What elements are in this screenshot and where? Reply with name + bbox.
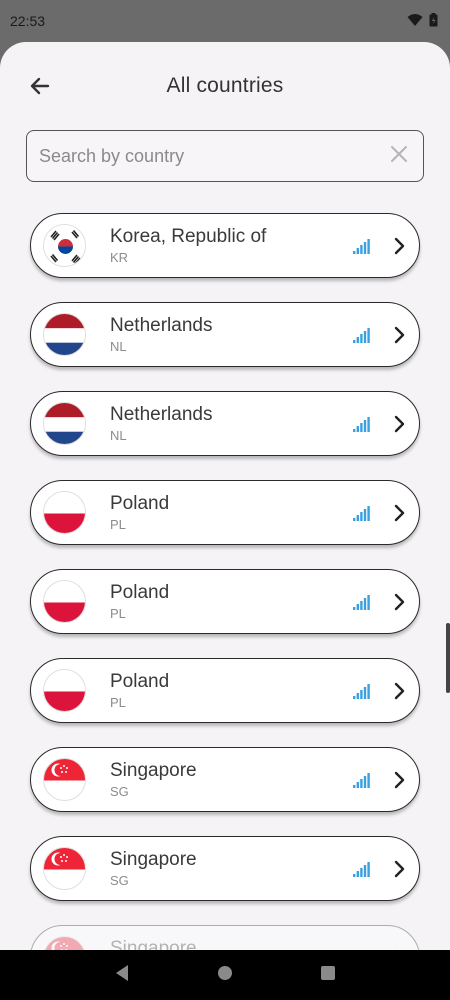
status-time: 22:53 [10, 13, 46, 29]
flag-sg-icon [43, 758, 86, 801]
country-text: Netherlands NL [110, 404, 353, 443]
signal-bars-icon [353, 505, 371, 521]
navigation-bar [0, 950, 450, 1000]
country-text: Poland PL [110, 493, 353, 532]
country-text: Korea, Republic of KR [110, 226, 353, 265]
page-title: All countries [166, 74, 284, 97]
signal-bars-icon [353, 238, 371, 254]
signal-bars-icon [353, 772, 371, 788]
country-code: PL [110, 695, 126, 710]
battery-icon [429, 12, 438, 30]
country-row[interactable]: Poland PL [30, 658, 420, 723]
country-name: Singapore [110, 849, 197, 870]
country-row[interactable]: Poland PL [30, 480, 420, 545]
flag-kr-icon [43, 224, 86, 267]
country-code: SG [110, 873, 129, 888]
chevron-right-icon [391, 503, 407, 523]
country-name: Korea, Republic of [110, 226, 267, 247]
chevron-right-icon [391, 681, 407, 701]
chevron-right-icon [391, 770, 407, 790]
scrollbar-thumb[interactable] [446, 623, 450, 693]
chevron-right-icon [391, 236, 407, 256]
country-code: PL [110, 606, 126, 621]
country-name: Singapore [110, 760, 197, 781]
header: All countries [0, 42, 450, 130]
triangle-back-icon [114, 964, 130, 987]
country-text: Netherlands NL [110, 315, 353, 354]
country-row[interactable]: Singapore SG [30, 836, 420, 901]
flag-pl-icon [43, 491, 86, 534]
country-row[interactable]: Singapore SG [30, 747, 420, 812]
flag-pl-icon [43, 669, 86, 712]
flag-nl-icon [43, 313, 86, 356]
nav-recents-button[interactable] [316, 963, 340, 987]
country-code: SG [110, 784, 129, 799]
flag-sg-icon [43, 847, 86, 890]
wifi-icon [407, 13, 423, 30]
country-text: Singapore SG [110, 760, 353, 799]
signal-bars-icon [353, 594, 371, 610]
flag-sg-icon [43, 936, 86, 950]
country-text: Singapore SG [110, 849, 353, 888]
country-code: NL [110, 428, 127, 443]
flag-pl-icon [43, 580, 86, 623]
close-icon [390, 145, 408, 168]
country-name: Netherlands [110, 404, 213, 425]
chevron-right-icon [391, 414, 407, 434]
chevron-right-icon [391, 325, 407, 345]
flag-nl-icon [43, 402, 86, 445]
country-name: Netherlands [110, 315, 213, 336]
nav-home-button[interactable] [213, 963, 237, 987]
country-code: NL [110, 339, 127, 354]
country-text: Poland PL [110, 582, 353, 621]
country-name: Poland [110, 671, 170, 692]
country-list: Korea, Republic of KR Netherlands NL Netherl… [30, 213, 420, 950]
country-code: KR [110, 250, 129, 265]
chevron-right-icon [391, 592, 407, 612]
country-row[interactable]: Netherlands NL [30, 391, 420, 456]
bottom-sheet: All countries Korea, Republic of KR Nether… [0, 42, 450, 950]
signal-bars-icon [353, 416, 371, 432]
country-name: Poland [110, 582, 170, 603]
country-name: Poland [110, 493, 170, 514]
signal-bars-icon [353, 861, 371, 877]
status-bar: 22:53 [0, 0, 450, 42]
clear-search-button[interactable] [387, 144, 411, 168]
chevron-right-icon [391, 859, 407, 879]
circle-home-icon [217, 965, 233, 986]
country-text: SingaporeSG [110, 938, 353, 950]
country-row[interactable]: Korea, Republic of KR [30, 213, 420, 278]
country-row[interactable]: Poland PL [30, 569, 420, 634]
country-code: PL [110, 517, 126, 532]
nav-back-button[interactable] [110, 963, 134, 987]
signal-bars-icon [353, 327, 371, 343]
country-text: Poland PL [110, 671, 353, 710]
country-row[interactable]: Netherlands NL [30, 302, 420, 367]
country-row[interactable]: SingaporeSG [30, 925, 420, 950]
signal-bars-icon [353, 683, 371, 699]
country-name: Singapore [110, 938, 197, 950]
status-icons [407, 12, 438, 30]
square-recents-icon [320, 965, 336, 986]
search-input[interactable] [39, 145, 387, 167]
search-box [26, 130, 424, 182]
